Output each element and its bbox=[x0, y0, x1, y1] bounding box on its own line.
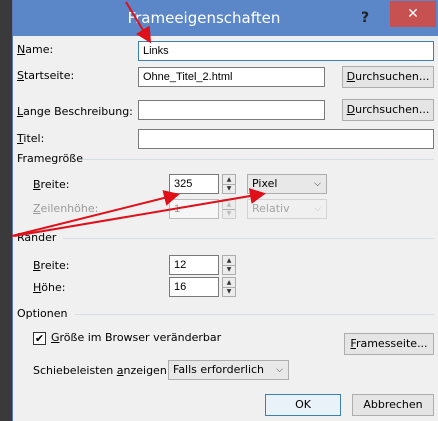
lange-beschreibung-browse-button[interactable]: Durchsuchen... bbox=[342, 99, 434, 121]
cancel-button[interactable]: Abbrechen bbox=[352, 394, 434, 416]
close-button[interactable]: ✕ bbox=[390, 1, 436, 27]
dialog-title: Frameeigenschaften bbox=[127, 9, 281, 27]
lange-beschreibung-label: Lange Beschreibung: bbox=[17, 105, 133, 118]
frame-breite-input[interactable]: 325 bbox=[169, 174, 219, 194]
zeilenhoehe-input[interactable]: 1 bbox=[169, 199, 219, 219]
chevron-down-icon: ⌵ bbox=[314, 204, 321, 214]
rand-breite-stepper[interactable]: ▲ ▼ bbox=[222, 255, 236, 275]
titel-label: Titel: bbox=[17, 132, 45, 145]
rand-breite-label: Breite: bbox=[33, 259, 70, 272]
framegroesse-group-label: Framegröße bbox=[17, 152, 83, 165]
spin-down-icon[interactable]: ▼ bbox=[223, 265, 235, 274]
lange-beschreibung-input[interactable] bbox=[138, 100, 325, 120]
optionen-group-label: Optionen bbox=[17, 307, 68, 320]
chevron-down-icon: ⌵ bbox=[314, 179, 321, 189]
zeilenhoehe-stepper[interactable]: ▲ ▼ bbox=[222, 199, 236, 219]
rand-hoehe-label: Höhe: bbox=[33, 281, 66, 294]
rand-breite-input[interactable]: 12 bbox=[169, 255, 219, 275]
frameset-button[interactable]: Framesseite... bbox=[344, 333, 434, 355]
resize-checkbox[interactable]: ✔ bbox=[33, 332, 46, 345]
scroll-select[interactable]: Falls erforderlich ⌵ bbox=[168, 360, 289, 380]
name-label: Name: bbox=[17, 43, 54, 56]
rand-hoehe-input[interactable]: 16 bbox=[169, 277, 219, 297]
frame-breite-stepper[interactable]: ▲ ▼ bbox=[222, 174, 236, 194]
raender-divider bbox=[63, 238, 434, 239]
zeilenhoehe-label: Zeilenhöhe: bbox=[33, 202, 99, 215]
ok-button[interactable]: OK bbox=[265, 394, 341, 416]
startseite-label: Startseite: bbox=[17, 69, 75, 82]
spin-down-icon[interactable]: ▼ bbox=[223, 184, 235, 193]
resize-label[interactable]: Größe im Browser veränderbar bbox=[51, 330, 221, 346]
checkmark-icon: ✔ bbox=[34, 332, 45, 345]
scroll-label: Schiebeleisten anzeigen: bbox=[33, 364, 171, 377]
spin-down-icon[interactable]: ▼ bbox=[223, 209, 235, 218]
frame-breite-label: Breite: bbox=[33, 178, 70, 191]
rand-hoehe-stepper[interactable]: ▲ ▼ bbox=[222, 277, 236, 297]
zeilenhoehe-unit-select[interactable]: Relativ ⌵ bbox=[247, 199, 327, 219]
spin-down-icon[interactable]: ▼ bbox=[223, 287, 235, 296]
startseite-browse-button[interactable]: Durchsuchen... bbox=[342, 66, 434, 88]
dialog-window: Frameeigenschaften ? ✕ Name: Links Start… bbox=[12, 0, 438, 421]
startseite-input[interactable]: Ohne_Titel_2.html bbox=[138, 67, 325, 87]
frame-breite-unit-select[interactable]: Pixel ⌵ bbox=[247, 174, 327, 194]
name-input[interactable]: Links bbox=[138, 41, 434, 61]
framegroesse-divider bbox=[83, 159, 434, 160]
title-bar[interactable]: Frameeigenschaften ? ✕ bbox=[13, 0, 438, 36]
chevron-down-icon: ⌵ bbox=[276, 365, 283, 375]
background-left bbox=[0, 0, 12, 421]
titel-input[interactable] bbox=[138, 129, 434, 149]
help-button[interactable]: ? bbox=[353, 6, 377, 30]
optionen-divider bbox=[75, 314, 434, 315]
raender-group-label: Ränder bbox=[17, 231, 57, 244]
